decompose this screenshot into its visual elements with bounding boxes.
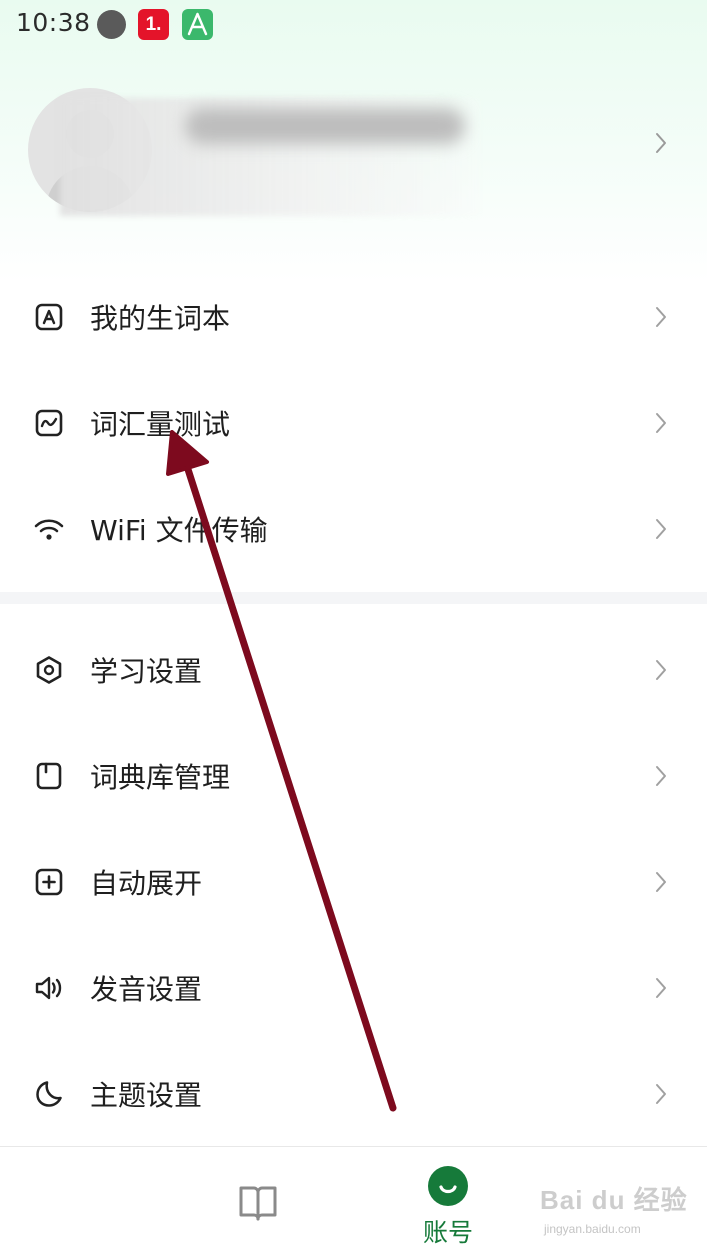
wifi-icon: [34, 514, 64, 544]
chevron-right-icon: [655, 306, 667, 332]
blurred-username: [185, 108, 465, 144]
smile-account-icon: [428, 1166, 468, 1206]
vocabulary-book-icon: [34, 302, 64, 332]
profile-card[interactable]: [0, 80, 707, 230]
book-icon[interactable]: [237, 1183, 279, 1223]
chevron-right-icon: [655, 977, 667, 1003]
dictionary-library-icon: [34, 761, 64, 791]
tab-account-label: 账号: [422, 1218, 473, 1247]
chevron-right-icon: [655, 132, 667, 158]
menu-item-wifi-transfer[interactable]: WiFi 文件传输: [0, 475, 707, 581]
expand-plus-icon: [34, 867, 64, 897]
moon-icon: [34, 1079, 64, 1109]
menu-item-dictionary-library[interactable]: 词典库管理: [0, 722, 707, 828]
menu-item-label: 自动展开: [90, 867, 203, 900]
chevron-right-icon: [655, 765, 667, 791]
chevron-right-icon: [655, 518, 667, 544]
baidu-jingyan-watermark: Bai du 经验 jingyan.baidu.com: [540, 1180, 700, 1246]
menu-item-label: 发音设置: [90, 973, 203, 1006]
menu-item-vocabulary-test[interactable]: 词汇量测试: [0, 369, 707, 475]
tab-account[interactable]: 账号: [410, 1163, 486, 1253]
chevron-right-icon: [655, 871, 667, 897]
status-bar: 10:38 1.: [0, 0, 707, 50]
menu-item-label: 词汇量测试: [90, 408, 231, 441]
section-divider: [0, 592, 707, 604]
chevron-right-icon: [655, 412, 667, 438]
menu-item-study-settings[interactable]: 学习设置: [0, 616, 707, 722]
speaker-icon: [34, 973, 64, 1003]
hexagon-settings-icon: [34, 655, 64, 685]
menu-item-label: 我的生词本: [90, 302, 231, 335]
menu-item-vocabulary-book[interactable]: 我的生词本: [0, 263, 707, 369]
menu-item-pronunciation-settings[interactable]: 发音设置: [0, 934, 707, 1040]
status-dot-icon: [97, 10, 126, 39]
app-notification-icon: [182, 9, 213, 40]
menu-item-auto-expand[interactable]: 自动展开: [0, 828, 707, 934]
menu-item-label: 主题设置: [90, 1079, 203, 1112]
watermark-main: Bai du 经验: [540, 1185, 688, 1215]
status-time: 10:38: [16, 8, 91, 37]
chevron-right-icon: [655, 1083, 667, 1109]
vocabulary-test-icon: [34, 408, 64, 438]
menu-item-label: WiFi 文件传输: [90, 514, 268, 547]
menu-item-label: 词典库管理: [90, 761, 231, 794]
watermark-sub: jingyan.baidu.com: [544, 1222, 641, 1236]
chevron-right-icon: [655, 659, 667, 685]
notification-badge-icon: 1.: [138, 9, 169, 40]
menu-item-label: 学习设置: [90, 655, 203, 688]
menu-item-theme-settings[interactable]: 主题设置: [0, 1040, 707, 1146]
